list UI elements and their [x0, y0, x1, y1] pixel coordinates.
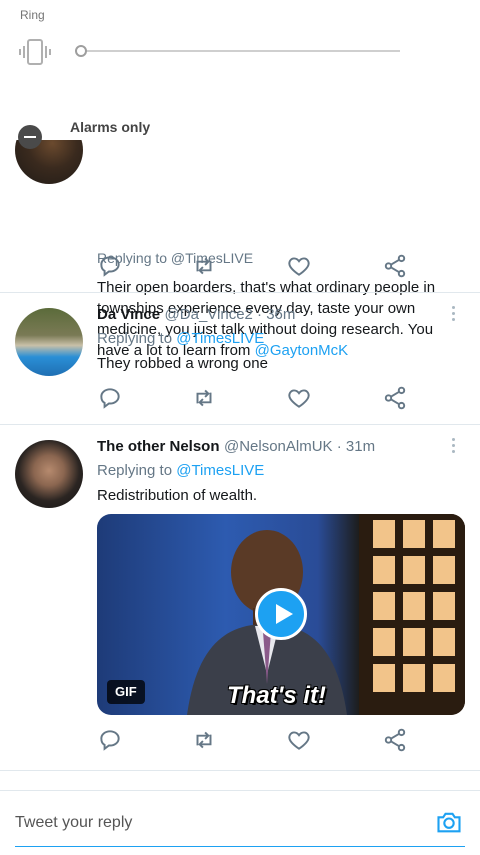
reply-icon[interactable]: [97, 253, 123, 279]
tweet-actions: [0, 253, 480, 281]
ring-volume-slider[interactable]: [80, 50, 400, 52]
ring-label: Ring: [20, 8, 45, 22]
replying-line: Replying to @TimesLIVE: [97, 462, 265, 479]
retweet-icon[interactable]: [191, 385, 217, 411]
mention-link[interactable]: @TimesLIVE: [176, 462, 264, 479]
window-lights: [359, 514, 465, 715]
tweet-body: They robbed a wrong one: [97, 355, 268, 372]
gif-media[interactable]: GIF That's it!: [97, 514, 465, 715]
tweet-header: The other Nelson @NelsonAlmUK · 31m: [97, 438, 437, 456]
share-icon[interactable]: [382, 385, 408, 411]
share-icon[interactable]: [382, 727, 408, 753]
user-handle: @Da_Vince2 · 36m: [164, 306, 296, 323]
reply-input-underline: [15, 846, 465, 847]
avatar[interactable]: [15, 440, 83, 508]
avatar[interactable]: [15, 308, 83, 376]
vibrate-icon[interactable]: [18, 38, 52, 66]
like-icon[interactable]: [286, 253, 312, 279]
tweet-actions: [0, 385, 480, 413]
like-icon[interactable]: [286, 385, 312, 411]
tweet-actions: [0, 727, 480, 755]
dnd-icon[interactable]: [18, 125, 42, 149]
divider: [0, 770, 480, 771]
gif-caption: That's it!: [227, 682, 327, 709]
replying-line: Replying to @TimesLIVE: [97, 330, 265, 347]
share-icon[interactable]: [382, 253, 408, 279]
more-icon[interactable]: [452, 306, 456, 324]
reply-input[interactable]: [15, 812, 415, 834]
gif-badge: GIF: [107, 680, 145, 704]
tweet-header: Da Vince @Da_Vince2 · 36m: [97, 306, 427, 324]
alarms-only-label: Alarms only: [70, 119, 151, 135]
mention-link[interactable]: @TimesLIVE: [176, 330, 264, 347]
reply-icon[interactable]: [97, 727, 123, 753]
retweet-icon[interactable]: [191, 253, 217, 279]
ring-volume-thumb[interactable]: [75, 45, 87, 57]
like-icon[interactable]: [286, 727, 312, 753]
tweet-body: Redistribution of wealth.: [97, 487, 258, 504]
reply-icon[interactable]: [97, 385, 123, 411]
camera-icon[interactable]: [435, 808, 463, 836]
retweet-icon[interactable]: [191, 727, 217, 753]
user-handle: @NelsonAlmUK · 31m: [223, 438, 376, 455]
user-name[interactable]: The other Nelson: [97, 438, 220, 455]
user-name[interactable]: Da Vince: [97, 306, 160, 323]
more-icon[interactable]: [452, 438, 456, 456]
play-icon[interactable]: [255, 588, 307, 640]
